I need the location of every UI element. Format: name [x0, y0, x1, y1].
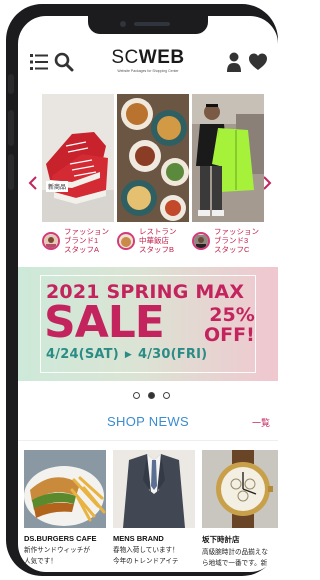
camera-icon [120, 21, 126, 27]
volume-up-button [8, 110, 14, 146]
pager-dot-active[interactable] [148, 392, 155, 399]
divider [18, 440, 278, 441]
author-name: ファッション ブランド3 スタッフC [214, 227, 259, 254]
heart-icon[interactable] [248, 52, 268, 72]
carousel-pager [131, 392, 171, 400]
card-author: ファッション ブランド3 スタッフC [192, 227, 264, 254]
avatar [117, 231, 135, 250]
news-shop-name: 坂下時計店 [202, 535, 240, 544]
menu-icon[interactable] [30, 54, 48, 70]
card-photo: 新商品 [42, 94, 114, 222]
news-photo [202, 450, 278, 528]
banner-discount-percent: 25% [209, 304, 255, 326]
user-icon[interactable] [226, 52, 242, 72]
phone-frame: SCWEB Website Packages for Shopping Cent… [6, 4, 278, 576]
phone-screen: SCWEB Website Packages for Shopping Cent… [18, 16, 278, 572]
chevron-left-icon[interactable] [28, 176, 38, 190]
news-text: 高級腕時計の品揃えな ら地域で一番です。新 [202, 548, 268, 567]
app-header: SCWEB Website Packages for Shopping Cent… [18, 46, 278, 82]
avatar [192, 231, 210, 250]
site-logo[interactable]: SCWEB Website Packages for Shopping Cent… [108, 47, 188, 74]
news-text: 春物入荷しています！ 今年のトレンドアイテ [113, 546, 179, 565]
card-author: ファッション ブランド1 スタッフA [42, 227, 114, 254]
pager-dot[interactable] [133, 392, 140, 399]
news-shop-name: MENS BRAND [113, 534, 164, 543]
new-item-badge: 新商品 [46, 181, 69, 192]
news-card[interactable]: DS.BURGERS CAFE 新作サンドウィッチが 人気です！ [24, 450, 106, 567]
logo-text: SC [111, 47, 139, 68]
carousel-card[interactable]: 新商品 ファッション ブランド1 スタッフA [42, 94, 114, 254]
view-all-link[interactable]: 一覧 [252, 416, 270, 429]
card-photo [117, 94, 189, 222]
carousel-card[interactable]: ファッション ブランド3 スタッフC [192, 94, 264, 254]
mute-switch [8, 74, 14, 94]
logo-text-bold: WEB [138, 47, 185, 68]
banner-discount: 25% OFF! [204, 305, 255, 345]
banner-date-to: 4/30(FRI) [137, 347, 208, 362]
logo-tagline: Website Packages for Shopping Center [117, 69, 179, 73]
news-photo [113, 450, 195, 528]
banner-off-text: OFF! [204, 324, 255, 346]
shop-news-title: SHOP NEWS [107, 414, 189, 429]
banner-date-from: 4/24(SAT) [46, 347, 119, 362]
phone-notch [88, 16, 208, 34]
search-icon[interactable] [54, 52, 74, 72]
banner-sale-text: SALE [44, 297, 165, 348]
news-card[interactable]: 坂下時計店 高級腕時計の品揃えな ら地域で一番です。新 [202, 450, 278, 569]
news-shop-name: DS.BURGERS CAFE [24, 534, 97, 543]
volume-down-button [8, 154, 14, 190]
card-author: レストラン 中華飯店 スタッフB [117, 227, 189, 254]
news-text: 新作サンドウィッチが 人気です！ [24, 546, 90, 565]
news-photo [24, 450, 106, 528]
sale-banner[interactable]: 2021 SPRING MAX SALE 25% OFF! 4/24(SAT) ▶… [18, 267, 278, 381]
banner-dates: 4/24(SAT) ▶ 4/30(FRI) [46, 347, 207, 362]
speaker-grille [134, 22, 170, 26]
avatar [42, 231, 60, 250]
author-name: レストラン 中華飯店 スタッフB [139, 227, 177, 254]
pager-dot[interactable] [163, 392, 170, 399]
carousel-card[interactable]: レストラン 中華飯店 スタッフB [117, 94, 189, 254]
card-photo [192, 94, 264, 222]
news-card[interactable]: MENS BRAND 春物入荷しています！ 今年のトレンドアイテ [113, 450, 195, 567]
author-name: ファッション ブランド1 スタッフA [64, 227, 109, 254]
play-arrow-icon: ▶ [124, 350, 132, 360]
